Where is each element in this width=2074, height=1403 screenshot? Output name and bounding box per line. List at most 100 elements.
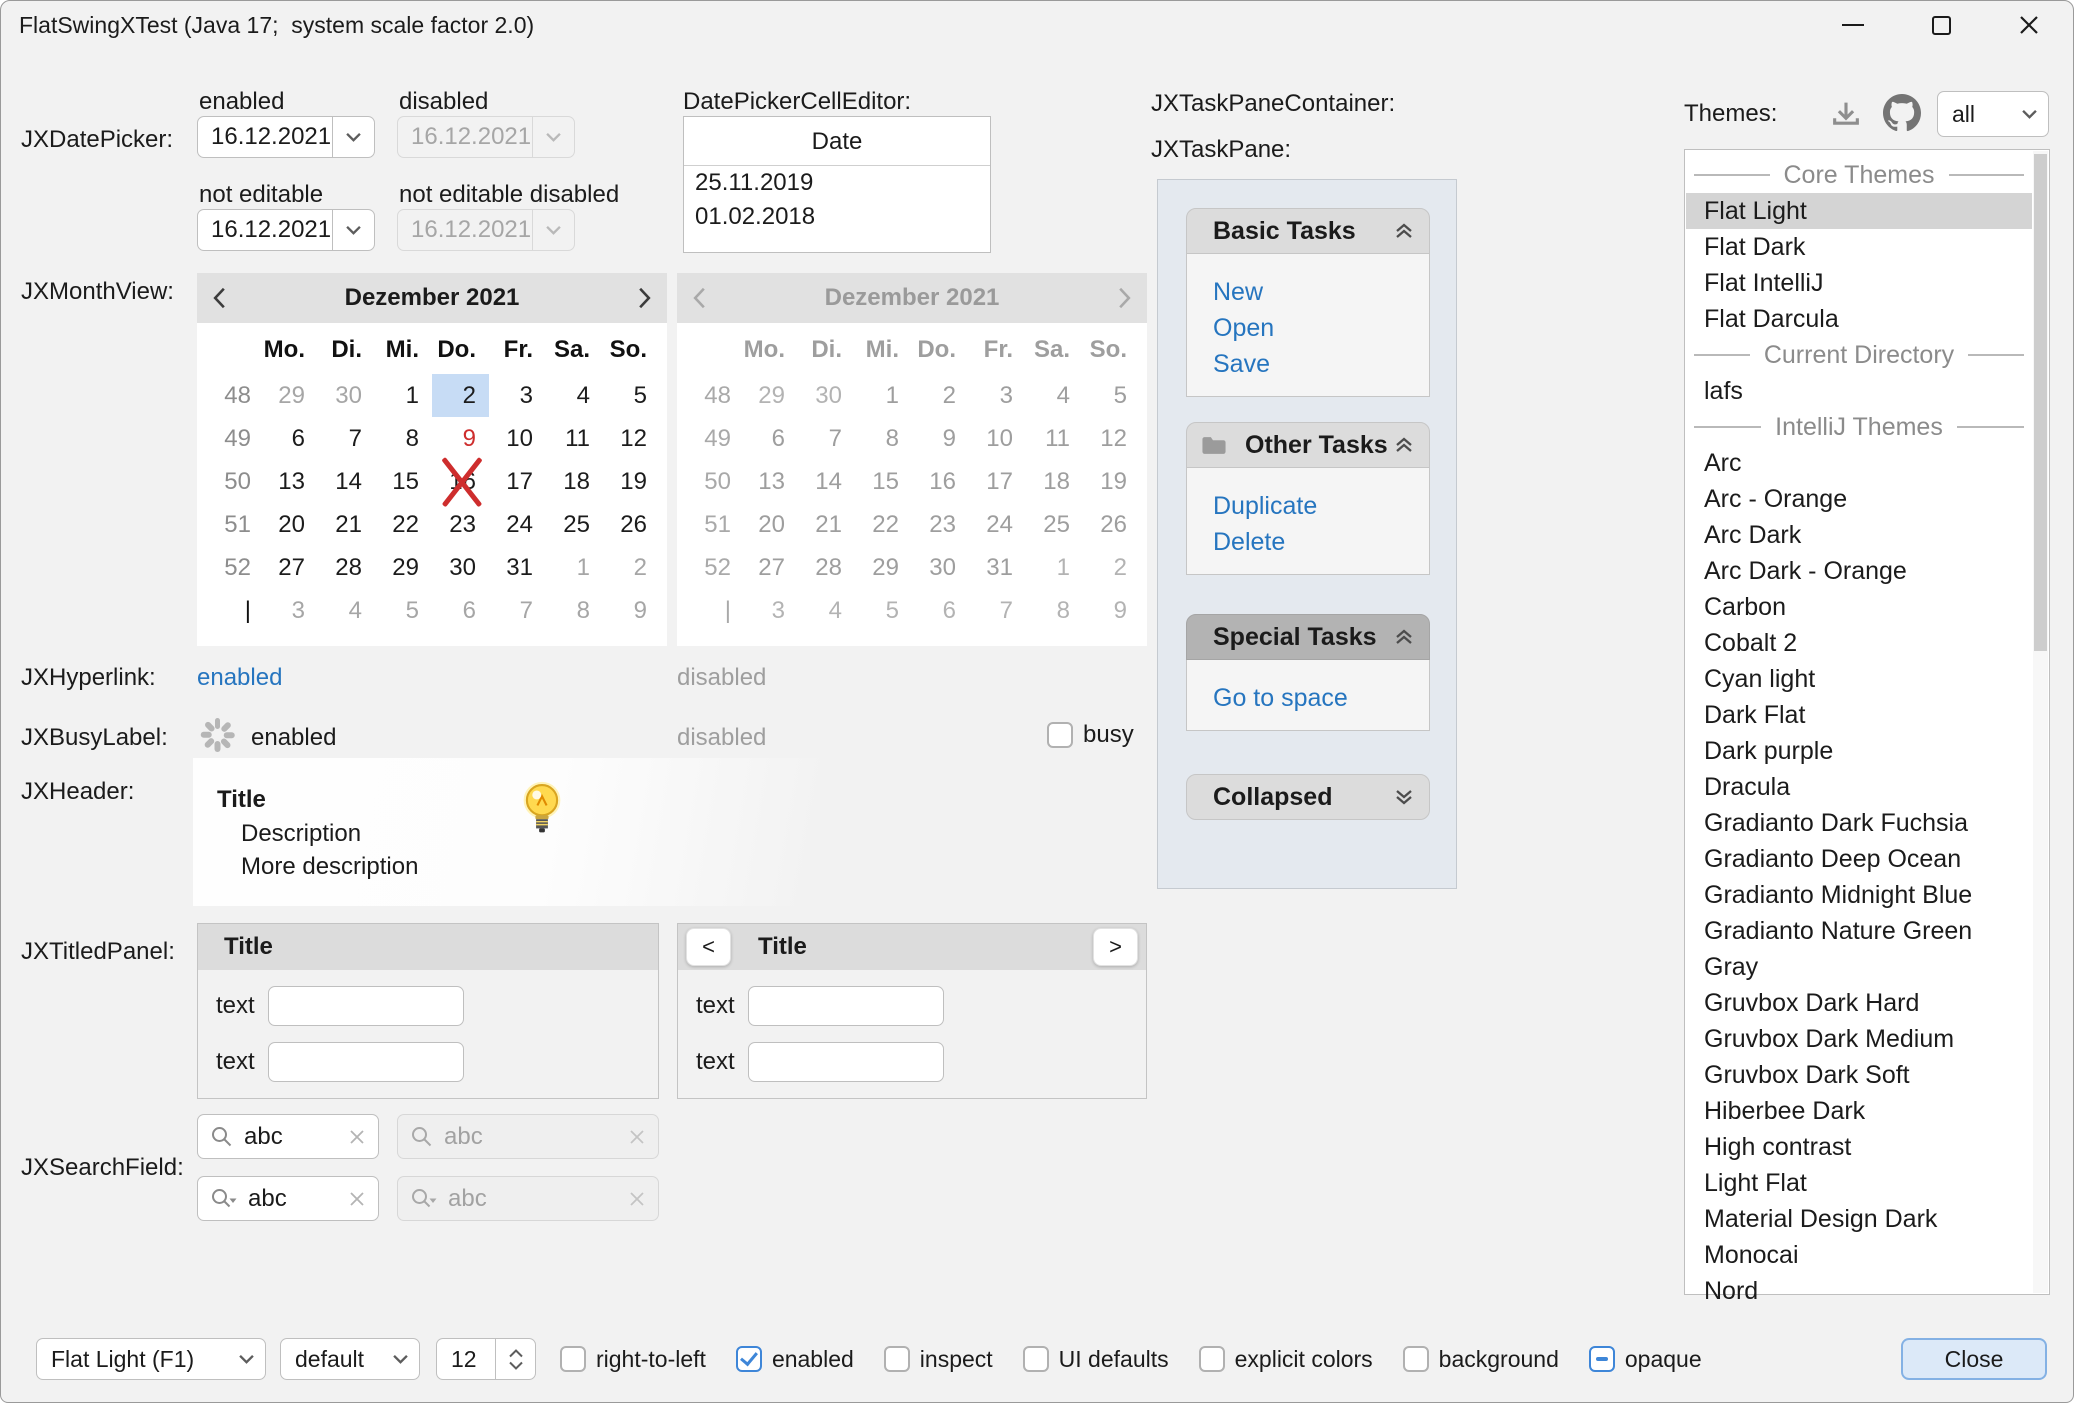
theme-item[interactable]: IntelliJ Themes (1686, 409, 2032, 445)
day-cell[interactable]: 7 (489, 589, 546, 632)
day-cell[interactable]: 20 (261, 503, 318, 546)
toolbar-checkbox[interactable]: enabled (736, 1346, 854, 1373)
searchfield-value[interactable]: abc (248, 1185, 348, 1213)
searchfield-value[interactable]: abc (244, 1123, 348, 1151)
task-link[interactable]: Save (1213, 346, 1429, 382)
checkbox-box[interactable] (1589, 1346, 1615, 1372)
day-cell[interactable]: 1 (546, 546, 603, 589)
day-cell[interactable]: 2 (432, 374, 489, 417)
prev-month-button[interactable] (213, 287, 226, 309)
close-window-button[interactable] (1985, 1, 2073, 49)
toolbar-checkbox[interactable]: right-to-left (560, 1346, 706, 1373)
task-link[interactable]: Go to space (1213, 680, 1429, 716)
checkbox-box[interactable] (1199, 1346, 1225, 1372)
day-cell[interactable]: 21 (318, 503, 375, 546)
theme-item[interactable]: High contrast (1686, 1129, 2032, 1165)
day-cell[interactable]: 15 (375, 460, 432, 503)
expand-chevron-icon[interactable] (1393, 787, 1415, 807)
theme-item[interactable]: Gray (1686, 949, 2032, 985)
day-cell[interactable]: 5 (375, 589, 432, 632)
day-cell[interactable]: 4 (318, 589, 375, 632)
theme-item[interactable]: Gruvbox Dark Hard (1686, 985, 2032, 1021)
theme-item[interactable]: Dracula (1686, 769, 2032, 805)
day-cell[interactable]: 30 (432, 546, 489, 589)
day-cell[interactable]: 13 (261, 460, 318, 503)
column-header-date[interactable]: Date (684, 117, 990, 166)
maximize-button[interactable] (1897, 1, 1985, 49)
download-icon[interactable] (1829, 97, 1863, 138)
theme-item[interactable]: Gruvbox Dark Soft (1686, 1057, 2032, 1093)
theme-item[interactable]: Gradianto Deep Ocean (1686, 841, 2032, 877)
day-cell[interactable]: 10 (489, 417, 546, 460)
day-cell[interactable]: 4 (546, 374, 603, 417)
day-cell[interactable]: 6 (432, 589, 489, 632)
day-cell[interactable]: 29 (261, 374, 318, 417)
day-cell[interactable]: 14 (318, 460, 375, 503)
checkbox-box[interactable] (560, 1346, 586, 1372)
checkbox-box[interactable] (1047, 722, 1073, 748)
toolbar-checkbox[interactable]: UI defaults (1023, 1346, 1169, 1373)
next-month-button[interactable] (638, 287, 651, 309)
day-cell[interactable]: 26 (603, 503, 660, 546)
day-cell[interactable]: 2 (603, 546, 660, 589)
day-cell[interactable]: 19 (603, 460, 660, 503)
theme-item[interactable]: Arc Dark (1686, 517, 2032, 553)
taskpane-header[interactable]: Special Tasks (1186, 614, 1430, 660)
day-cell[interactable]: 3 (261, 589, 318, 632)
busy-checkbox[interactable]: busy (1047, 721, 1134, 749)
scrollbar[interactable] (2033, 151, 2048, 1293)
theme-item[interactable]: Current Directory (1686, 337, 2032, 373)
datepicker-enabled[interactable]: 16.12.2021 (197, 116, 375, 158)
datepicker-dropdown-button[interactable] (332, 210, 374, 250)
task-link[interactable]: New (1213, 274, 1429, 310)
github-icon[interactable] (1883, 94, 1921, 139)
theme-item[interactable]: Arc - Orange (1686, 481, 2032, 517)
theme-item[interactable]: Arc (1686, 445, 2032, 481)
theme-item[interactable]: Cobalt 2 (1686, 625, 2032, 661)
title-bar[interactable]: FlatSwingXTest (Java 17; system scale fa… (1, 1, 2073, 49)
theme-item[interactable]: Core Themes (1686, 157, 2032, 193)
day-cell[interactable]: 23 (432, 503, 489, 546)
toolbar-checkbox[interactable]: opaque (1589, 1346, 1702, 1373)
day-cell[interactable]: 22 (375, 503, 432, 546)
theme-item[interactable]: Gradianto Nature Green (1686, 913, 2032, 949)
theme-item[interactable]: Flat Darcula (1686, 301, 2032, 337)
day-cell[interactable]: 31 (489, 546, 546, 589)
table-row[interactable]: 01.02.2018 (684, 200, 990, 234)
scrollbar-thumb[interactable] (2034, 154, 2047, 651)
theme-item[interactable]: Material Design Dark (1686, 1201, 2032, 1237)
day-cell[interactable]: 5 (603, 374, 660, 417)
searchfield-with-menu[interactable]: abc (197, 1176, 379, 1221)
table-row[interactable]: 25.11.2019 (684, 166, 990, 200)
theme-item[interactable]: Gradianto Dark Fuchsia (1686, 805, 2032, 841)
day-cell[interactable]: 7 (318, 417, 375, 460)
theme-item[interactable]: Gruvbox Dark Medium (1686, 1021, 2032, 1057)
taskpane-header[interactable]: Other Tasks (1186, 422, 1430, 468)
theme-item[interactable]: Flat Dark (1686, 229, 2032, 265)
toolbar-checkbox[interactable]: inspect (884, 1346, 993, 1373)
theme-item[interactable]: Gradianto Midnight Blue (1686, 877, 2032, 913)
day-cell[interactable]: 12 (603, 417, 660, 460)
task-link[interactable]: Delete (1213, 524, 1429, 560)
font-size-spinner[interactable]: 12 (436, 1338, 536, 1380)
day-cell[interactable]: 18 (546, 460, 603, 503)
day-cell[interactable]: 30 (318, 374, 375, 417)
task-link[interactable]: Duplicate (1213, 488, 1429, 524)
theme-item[interactable]: Monocai (1686, 1237, 2032, 1273)
day-cell[interactable]: 24 (489, 503, 546, 546)
theme-item[interactable]: Hiberbee Dark (1686, 1093, 2032, 1129)
titledpanel-prev-button[interactable]: < (686, 928, 731, 966)
theme-item[interactable]: Flat Light (1686, 193, 2032, 229)
toolbar-checkbox[interactable]: explicit colors (1199, 1346, 1373, 1373)
day-cell[interactable]: 29 (375, 546, 432, 589)
day-cell[interactable]: 9 (432, 417, 489, 460)
collapse-chevron-icon[interactable] (1393, 627, 1415, 647)
text-field[interactable] (748, 1042, 944, 1082)
day-cell[interactable]: 28 (318, 546, 375, 589)
taskpane-header[interactable]: Basic Tasks (1186, 208, 1430, 254)
spinner-down-icon[interactable] (509, 1361, 523, 1370)
font-combo[interactable]: default (280, 1338, 420, 1380)
taskpane-header[interactable]: Collapsed (1186, 774, 1430, 820)
checkbox-box[interactable] (884, 1346, 910, 1372)
theme-item[interactable]: Dark Flat (1686, 697, 2032, 733)
